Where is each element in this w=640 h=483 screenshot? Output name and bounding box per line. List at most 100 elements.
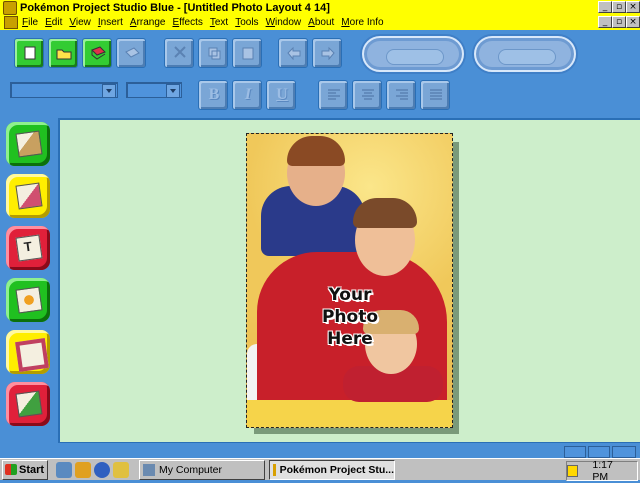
align-right-button[interactable] xyxy=(386,80,416,110)
text-palette-button[interactable]: T xyxy=(6,226,50,270)
task-pokemon-project-studio[interactable]: Pokémon Project Stu... xyxy=(269,459,395,480)
caption-line-1: Your xyxy=(328,285,372,305)
map-tile-icon xyxy=(15,182,43,210)
cut-button[interactable] xyxy=(164,38,194,68)
justify-button[interactable] xyxy=(420,80,450,110)
chevron-down-icon[interactable] xyxy=(102,84,116,98)
photo-palette-button[interactable] xyxy=(6,122,50,166)
app-icon[interactable] xyxy=(3,0,17,15)
bold-icon: B xyxy=(208,86,220,103)
menu-edit[interactable]: Edit xyxy=(45,17,62,28)
caption-line-3: Here xyxy=(327,329,373,349)
border-palette-button[interactable] xyxy=(6,330,50,374)
menu-text[interactable]: Text xyxy=(210,17,228,28)
start-label: Start xyxy=(19,463,45,476)
photo-caption: Your Photo Here xyxy=(305,284,395,350)
button-blob-icon xyxy=(386,49,444,65)
italic-button[interactable]: I xyxy=(232,80,262,110)
outlook-icon[interactable] xyxy=(113,461,129,478)
bold-button[interactable]: B xyxy=(198,80,228,110)
justify-icon xyxy=(430,89,442,100)
status-box xyxy=(588,446,610,458)
photo-placeholder[interactable]: Your Photo Here xyxy=(246,133,453,428)
align-center-icon xyxy=(362,89,374,100)
doc-maximize-button[interactable]: ▫ xyxy=(612,16,626,28)
menu-tools[interactable]: Tools xyxy=(235,17,258,28)
large-action-button-1[interactable] xyxy=(362,36,464,72)
menu-about[interactable]: About xyxy=(308,17,334,28)
large-action-button-2[interactable] xyxy=(474,36,576,72)
media-player-icon[interactable] xyxy=(75,461,91,478)
status-strip xyxy=(58,442,640,458)
copy-button[interactable] xyxy=(198,38,228,68)
pokemon-palette-button[interactable] xyxy=(6,382,50,426)
align-left-icon xyxy=(328,89,340,100)
cut-icon xyxy=(174,46,186,58)
open-folder-icon xyxy=(56,49,72,60)
menu-effects[interactable]: Effects xyxy=(172,17,202,28)
paste-icon xyxy=(242,47,254,60)
italic-icon: I xyxy=(244,86,252,103)
status-box xyxy=(612,446,636,458)
start-button[interactable]: Start xyxy=(2,459,48,480)
window-title: Pokémon Project Studio Blue - [Untitled … xyxy=(20,1,330,14)
save-icon xyxy=(91,46,106,60)
browser-icon[interactable] xyxy=(94,461,110,478)
minimize-button[interactable]: _ xyxy=(598,1,612,13)
underline-icon: U xyxy=(276,86,288,103)
paste-button[interactable] xyxy=(232,38,262,68)
caption-line-2: Photo xyxy=(321,307,379,327)
new-page-icon xyxy=(24,46,36,60)
menu-insert[interactable]: Insert xyxy=(98,17,123,28)
photo-figure xyxy=(353,198,417,228)
photo-floor xyxy=(247,400,452,427)
copy-icon xyxy=(208,47,221,60)
menu-file[interactable]: File xyxy=(22,17,38,28)
text-tile-letter: T xyxy=(22,238,33,255)
title-bar: Pokémon Project Studio Blue - [Untitled … xyxy=(0,0,640,15)
align-center-button[interactable] xyxy=(352,80,382,110)
maximize-button[interactable]: ▫ xyxy=(612,1,626,13)
taskbar: Start My Computer Pokémon Project Stu...… xyxy=(0,458,640,483)
speaker-icon[interactable] xyxy=(567,465,579,477)
print-icon xyxy=(125,47,140,58)
font-size-select[interactable] xyxy=(126,82,182,98)
frame-palette-button[interactable] xyxy=(6,278,50,322)
save-button[interactable] xyxy=(82,38,112,68)
open-button[interactable] xyxy=(48,38,78,68)
task-label: Pokémon Project Stu... xyxy=(279,463,394,476)
new-button[interactable] xyxy=(14,38,44,68)
app-icon xyxy=(273,463,276,476)
computer-icon xyxy=(143,463,155,476)
photo-tile-icon xyxy=(15,130,43,158)
align-right-icon xyxy=(396,89,408,100)
redo-button[interactable] xyxy=(312,38,342,68)
menu-window[interactable]: Window xyxy=(266,17,302,28)
clock[interactable]: 1:17 PM xyxy=(592,459,629,483)
task-my-computer[interactable]: My Computer xyxy=(139,459,265,480)
menu-more-info[interactable]: More Info xyxy=(341,17,383,28)
menu-arrange[interactable]: Arrange xyxy=(130,17,166,28)
print-button[interactable] xyxy=(116,38,146,68)
button-blob-icon xyxy=(498,49,556,65)
underline-button[interactable]: U xyxy=(266,80,296,110)
windows-logo-icon xyxy=(5,464,17,475)
frame-tile-icon xyxy=(15,286,43,314)
task-label: My Computer xyxy=(159,463,223,476)
status-box xyxy=(564,446,586,458)
border-tile-icon xyxy=(15,338,49,372)
doc-close-button[interactable]: × xyxy=(626,16,640,28)
close-button[interactable]: × xyxy=(626,1,640,13)
chevron-down-icon[interactable] xyxy=(166,84,180,98)
undo-icon xyxy=(287,46,301,60)
doc-minimize-button[interactable]: _ xyxy=(598,16,612,28)
map-palette-button[interactable] xyxy=(6,174,50,218)
pokemon-tile-icon xyxy=(15,390,43,418)
undo-button[interactable] xyxy=(278,38,308,68)
document-icon[interactable] xyxy=(4,16,18,29)
menu-bar: File Edit View Insert Arrange Effects Te… xyxy=(0,15,640,30)
menu-view[interactable]: View xyxy=(69,17,91,28)
show-desktop-icon[interactable] xyxy=(56,461,72,478)
align-left-button[interactable] xyxy=(318,80,348,110)
font-name-select[interactable] xyxy=(10,82,118,98)
